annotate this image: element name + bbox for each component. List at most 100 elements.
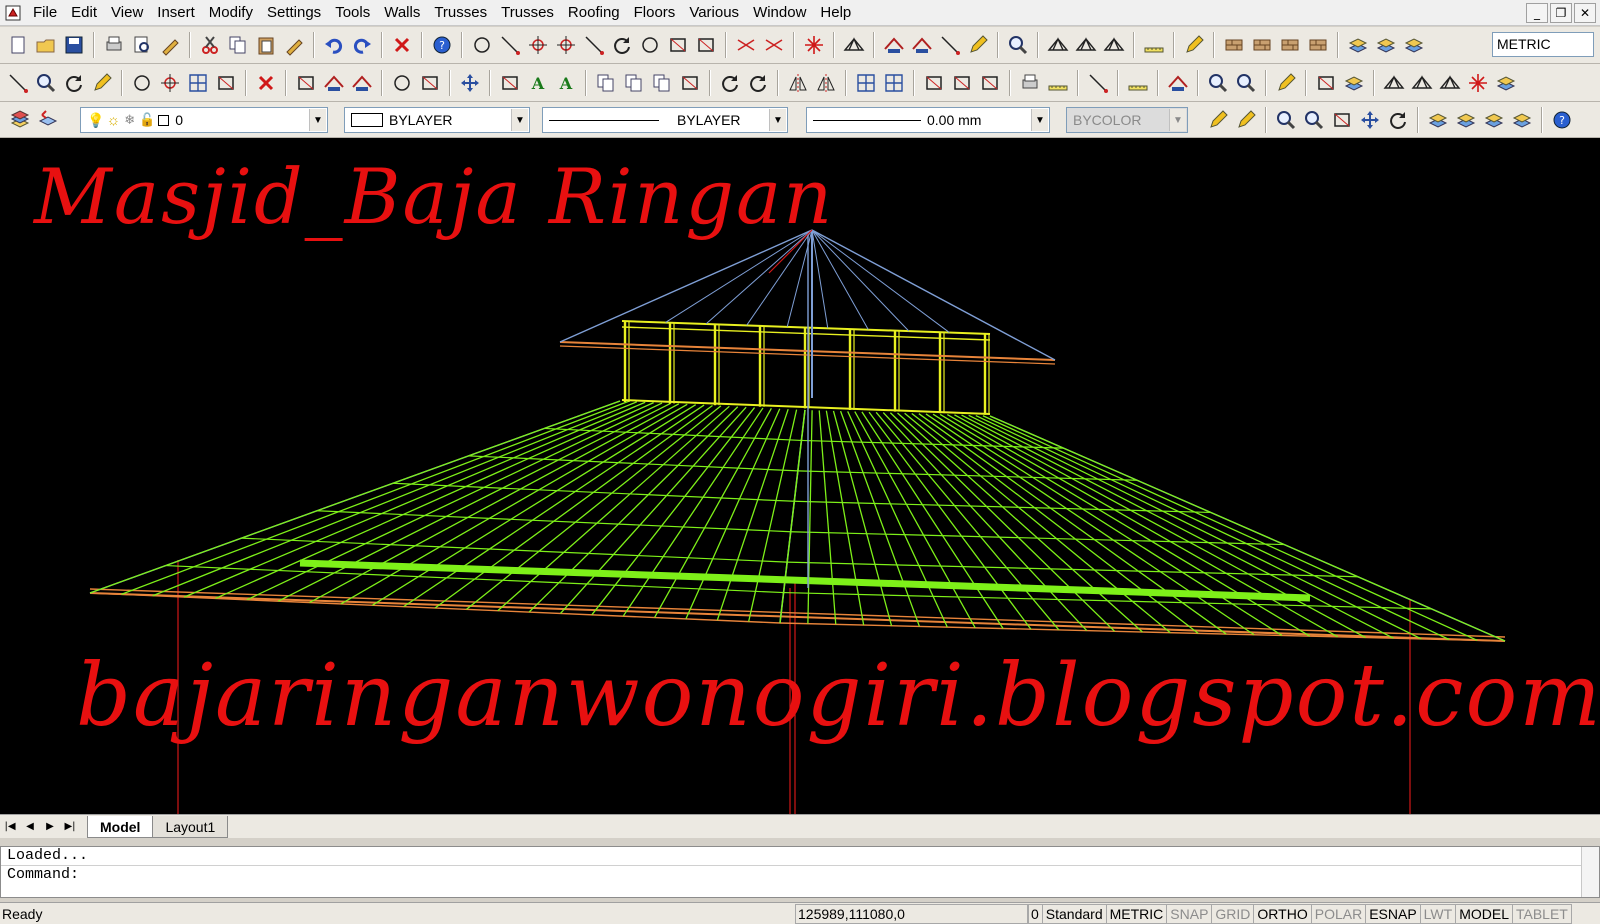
prev-tab-icon[interactable]: ◀ [20,817,40,837]
box-icon[interactable] [498,71,522,95]
circle-icon[interactable] [390,71,414,95]
box-icon[interactable] [694,33,718,57]
save-icon[interactable] [62,33,86,57]
zoom-icon[interactable] [34,71,58,95]
roof-icon[interactable] [350,71,374,95]
last-tab-icon[interactable]: ▶| [60,817,80,837]
layer-previous-icon[interactable] [36,108,60,132]
grid-icon[interactable] [186,71,210,95]
wall-icon[interactable] [1306,33,1330,57]
rotate-icon[interactable] [1386,108,1410,132]
copy-icon[interactable] [594,71,618,95]
menu-window[interactable]: Window [746,0,813,26]
pencil-icon[interactable] [90,71,114,95]
chevron-down-icon[interactable]: ▼ [769,109,786,131]
status-toggle-polar[interactable]: POLAR [1310,904,1367,924]
status-toggle-tablet[interactable]: TABLET [1511,904,1572,924]
layers-icon[interactable] [1402,33,1426,57]
line-icon[interactable] [938,33,962,57]
brush-icon[interactable] [158,33,182,57]
truss-icon[interactable] [1046,33,1070,57]
pencil-icon[interactable] [966,33,990,57]
rotate-icon[interactable] [62,71,86,95]
truss-icon[interactable] [1382,71,1406,95]
layers-icon[interactable] [1346,33,1370,57]
grid-icon[interactable] [882,71,906,95]
text-icon[interactable]: A [554,71,578,95]
menu-help[interactable]: Help [813,0,858,26]
copy-icon[interactable] [622,71,646,95]
wall-icon[interactable] [1222,33,1246,57]
tab-model[interactable]: Model [87,815,154,838]
box-icon[interactable] [950,71,974,95]
measure-icon[interactable] [1046,71,1070,95]
close-button[interactable]: ✕ [1574,3,1596,23]
circle-icon[interactable] [130,71,154,95]
status-toggle-lwt[interactable]: LWT [1419,904,1457,924]
coordinates-readout[interactable]: 125989,111080,0 [795,904,1029,924]
drawing-canvas[interactable]: Masjid_Baja Ringan bajaringanwonogiri.bl… [0,138,1600,814]
menu-various[interactable]: Various [682,0,746,26]
menu-floors[interactable]: Floors [627,0,683,26]
layers-icon[interactable] [1454,108,1478,132]
box-icon[interactable] [678,71,702,95]
box-icon[interactable] [978,71,1002,95]
box-icon[interactable] [1330,108,1354,132]
truss-icon[interactable] [1438,71,1462,95]
snap-icon[interactable] [158,71,182,95]
menu-settings[interactable]: Settings [260,0,328,26]
box-icon[interactable] [666,33,690,57]
status-toggle-ortho[interactable]: ORTHO [1253,904,1312,924]
box-icon[interactable] [922,71,946,95]
status-toggle-esnap[interactable]: ESNAP [1365,904,1421,924]
units-combo[interactable]: METRIC [1492,32,1594,57]
zoom-icon[interactable] [1302,108,1326,132]
help-icon[interactable]: ? [1550,108,1574,132]
layers-icon[interactable] [1342,71,1366,95]
menu-modify[interactable]: Modify [202,0,260,26]
wall-icon[interactable] [1278,33,1302,57]
menu-view[interactable]: View [104,0,150,26]
layers-icon[interactable] [1426,108,1450,132]
star-icon[interactable] [1466,71,1490,95]
cross-icon[interactable] [762,33,786,57]
brush-icon[interactable] [282,33,306,57]
box-icon[interactable] [214,71,238,95]
lineweight-combo[interactable]: 0.00 mm ▼ [806,107,1050,133]
zoom-icon[interactable] [1234,71,1258,95]
linetype-combo[interactable]: BYLAYER ▼ [542,107,788,133]
status-toggle-0[interactable]: 0 [1027,904,1043,924]
help-icon[interactable]: ? [430,33,454,57]
layers-icon[interactable] [1482,108,1506,132]
copy-icon[interactable] [226,33,250,57]
layers-icon[interactable] [1374,33,1398,57]
box-icon[interactable] [418,71,442,95]
print-icon[interactable] [102,33,126,57]
measure-icon[interactable] [1126,71,1150,95]
line-icon[interactable] [582,33,606,57]
app-icon[interactable] [0,0,26,26]
roof-icon[interactable] [322,71,346,95]
pencil-icon[interactable] [1234,108,1258,132]
status-toggle-metric[interactable]: METRIC [1105,904,1168,924]
erase-icon[interactable] [390,33,414,57]
circle-icon[interactable] [470,33,494,57]
minimize-button[interactable]: _ [1526,3,1548,23]
grid-icon[interactable] [854,71,878,95]
truss-icon[interactable] [1102,33,1126,57]
measure-icon[interactable] [1142,33,1166,57]
rotate-icon[interactable] [746,71,770,95]
status-toggle-standard[interactable]: Standard [1041,904,1107,924]
chevron-down-icon[interactable]: ▼ [511,109,528,131]
menu-file[interactable]: File [26,0,64,26]
menu-insert[interactable]: Insert [150,0,202,26]
pencil-icon[interactable] [1274,71,1298,95]
truss-icon[interactable] [1074,33,1098,57]
copy-icon[interactable] [650,71,674,95]
menu-roofing[interactable]: Roofing [561,0,627,26]
zoom-icon[interactable] [1006,33,1030,57]
menu-walls[interactable]: Walls [377,0,427,26]
cut-icon[interactable] [198,33,222,57]
zoom-icon[interactable] [1274,108,1298,132]
line-icon[interactable] [1086,71,1110,95]
